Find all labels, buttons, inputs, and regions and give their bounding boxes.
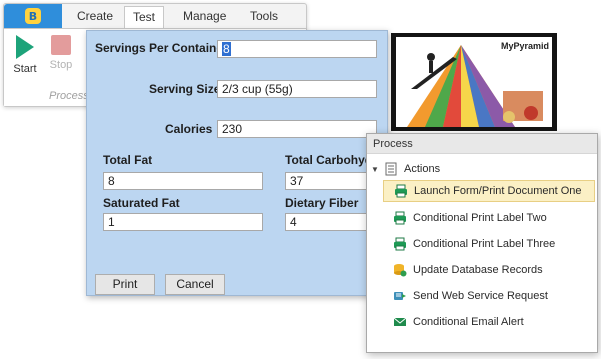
tab-test[interactable]: Test — [124, 6, 165, 29]
printer-icon — [394, 211, 406, 225]
tree-item-email-alert[interactable]: Conditional Email Alert — [383, 311, 595, 333]
play-icon — [16, 35, 34, 59]
actions-tree-node[interactable]: ▼ Actions — [371, 160, 440, 178]
total-carbohydrate-label: Total Carbohydr — [285, 153, 377, 167]
stop-button[interactable]: Stop — [42, 35, 80, 71]
servings-field[interactable]: 8 — [217, 40, 377, 58]
app-menu-button[interactable]: B — [4, 4, 62, 28]
expand-caret-icon[interactable]: ▼ — [371, 165, 381, 174]
tree-item-label: Update Database Records — [413, 264, 543, 276]
tree-item-label: Send Web Service Request — [413, 290, 548, 302]
ribbon-tab-bar: B Create Test Manage Tools — [4, 4, 306, 29]
start-button-label: Start — [13, 63, 37, 75]
printer-icon — [394, 237, 406, 251]
tab-create[interactable]: Create — [77, 9, 113, 23]
tab-tools[interactable]: Tools — [250, 9, 278, 23]
email-icon — [393, 317, 407, 326]
tree-item-launch-form[interactable]: Launch Form/Print Document One — [383, 180, 595, 202]
app-logo-icon: B — [25, 8, 41, 24]
tab-manage[interactable]: Manage — [183, 9, 226, 23]
cancel-button[interactable]: Cancel — [165, 274, 225, 295]
mypyramid-logo-text: MyPyramid — [500, 41, 549, 51]
printer-icon — [395, 184, 407, 198]
saturated-fat-label: Saturated Fat — [103, 196, 180, 210]
tree-item-label: Conditional Print Label Two — [413, 212, 547, 224]
process-panel: Process ▼ Actions Launch Form/Print Docu… — [366, 133, 598, 353]
serving-size-field[interactable]: 2/3 cup (55g) — [217, 80, 377, 98]
database-update-icon — [394, 264, 407, 277]
stop-button-label: Stop — [49, 59, 73, 71]
total-fat-label: Total Fat — [103, 153, 153, 167]
tree-item-update-database[interactable]: Update Database Records — [383, 259, 595, 281]
servings-label: Servings Per Container — [95, 41, 228, 55]
total-fat-field[interactable]: 8 — [103, 172, 263, 190]
dietary-fiber-label: Dietary Fiber — [285, 196, 359, 210]
ribbon-group-label: Process — [49, 90, 89, 102]
tree-item-label: Conditional Email Alert — [413, 316, 524, 328]
serving-size-label: Serving Size — [149, 82, 221, 96]
nutrition-form: Servings Per Container 8 Serving Size 2/… — [86, 30, 557, 296]
tree-item-label: Conditional Print Label Three — [413, 238, 556, 250]
calories-field[interactable]: 230 — [217, 120, 377, 138]
stop-icon — [51, 35, 71, 55]
tree-item-label: Launch Form/Print Document One — [414, 185, 582, 197]
actions-list-icon — [385, 162, 397, 176]
tree-item-web-service[interactable]: Send Web Service Request — [383, 285, 595, 307]
process-panel-title: Process — [367, 134, 597, 154]
start-button[interactable]: Start — [6, 35, 44, 75]
print-button[interactable]: Print — [95, 274, 155, 295]
actions-label: Actions — [404, 163, 441, 175]
calories-label: Calories — [165, 122, 213, 136]
mypyramid-image: MyPyramid — [391, 33, 557, 131]
tree-item-print-label-three[interactable]: Conditional Print Label Three — [383, 233, 595, 255]
servings-value: 8 — [222, 42, 231, 56]
saturated-fat-field[interactable]: 1 — [103, 213, 263, 231]
tree-item-print-label-two[interactable]: Conditional Print Label Two — [383, 207, 595, 229]
web-service-icon — [394, 292, 406, 300]
